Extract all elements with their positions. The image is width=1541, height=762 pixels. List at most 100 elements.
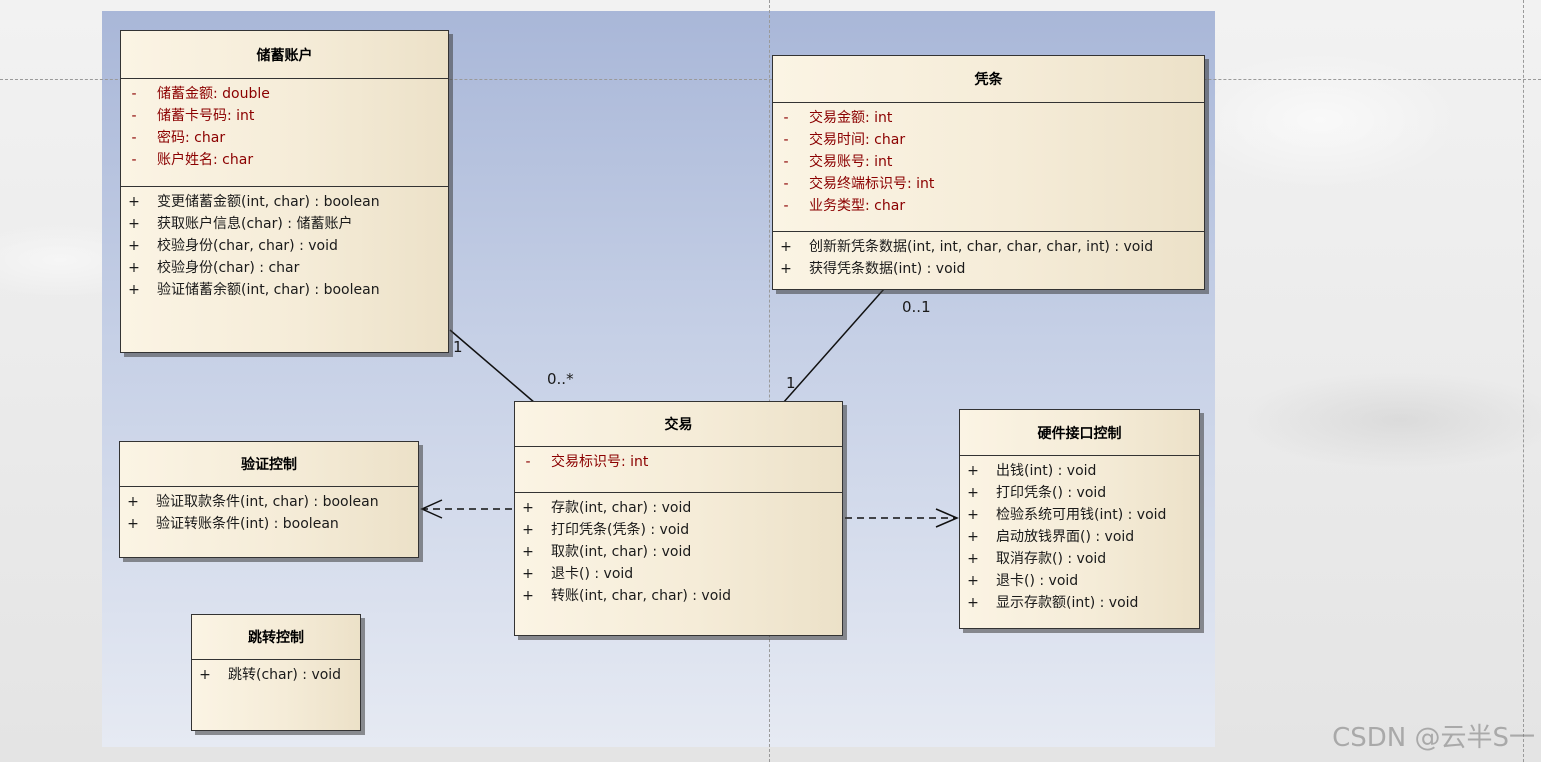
operations-section: + 验证取款条件(int, char) : boolean + 验证转账条件(int)… bbox=[120, 487, 418, 541]
attribute-text: 储蓄金额: double bbox=[157, 86, 270, 102]
watermark: CSDN @云半S一 bbox=[1332, 723, 1535, 753]
visibility-marker: + bbox=[967, 507, 979, 523]
visibility-marker: + bbox=[127, 516, 139, 532]
multiplicity-voucher-end: 0..1 bbox=[902, 298, 931, 316]
attributes-section: - 储蓄金额: double - 储蓄卡号码: int - 密码: char - 账户姓名: … bbox=[121, 79, 448, 187]
visibility-marker: + bbox=[128, 238, 140, 254]
class-hardware-interface-control[interactable]: 硬件接口控制 + 出钱(int) : void + 打印凭条() : void + 检验系… bbox=[959, 409, 1200, 629]
operation-text: 创新新凭条数据(int, int, char, char, char, int)… bbox=[809, 239, 1154, 255]
operation-row: + 检验系统可用钱(int) : void bbox=[960, 504, 1199, 526]
operation-row: + 出钱(int) : void bbox=[960, 460, 1199, 482]
operation-text: 验证储蓄余额(int, char) : boolean bbox=[157, 282, 380, 298]
visibility-marker: + bbox=[522, 500, 534, 516]
association-savings-transaction bbox=[449, 329, 536, 404]
operation-row: + 显示存款额(int) : void bbox=[960, 592, 1199, 614]
visibility-marker: + bbox=[967, 529, 979, 545]
attribute-row: - 交易账号: int bbox=[773, 151, 1204, 173]
operations-section: + 创新新凭条数据(int, int, char, char, char, int… bbox=[773, 232, 1204, 286]
operation-row: + 取款(int, char) : void bbox=[515, 541, 842, 563]
operation-text: 出钱(int) : void bbox=[996, 463, 1097, 479]
visibility-marker: - bbox=[131, 86, 137, 102]
visibility-marker: + bbox=[522, 544, 534, 560]
visibility-marker: + bbox=[967, 485, 979, 501]
visibility-marker: + bbox=[199, 667, 211, 683]
operation-text: 退卡() : void bbox=[551, 566, 634, 582]
visibility-marker: + bbox=[522, 522, 534, 538]
visibility-marker: + bbox=[127, 494, 139, 510]
operation-row: + 验证储蓄余额(int, char) : boolean bbox=[121, 279, 448, 301]
attribute-text: 交易时间: char bbox=[809, 132, 906, 148]
visibility-marker: + bbox=[967, 551, 979, 567]
operation-row: + 启动放钱界面() : void bbox=[960, 526, 1199, 548]
operation-text: 退卡() : void bbox=[996, 573, 1079, 589]
operation-text: 取消存款() : void bbox=[996, 551, 1107, 567]
operations-section: + 存款(int, char) : void + 打印凭条(凭条) : void + 取款… bbox=[515, 493, 842, 613]
operations-section: + 变更储蓄金额(int, char) : boolean + 获取账户信息(char… bbox=[121, 187, 448, 307]
attribute-row: - 账户姓名: char bbox=[121, 149, 448, 171]
operation-text: 存款(int, char) : void bbox=[551, 500, 692, 516]
attribute-text: 交易金额: int bbox=[809, 110, 893, 126]
visibility-marker: + bbox=[967, 463, 979, 479]
operation-text: 启动放钱界面() : void bbox=[996, 529, 1135, 545]
class-title: 交易 bbox=[515, 402, 842, 447]
attributes-section: - 交易标识号: int bbox=[515, 447, 842, 493]
operation-text: 打印凭条() : void bbox=[996, 485, 1107, 501]
visibility-marker: - bbox=[783, 198, 789, 214]
operation-row: + 存款(int, char) : void bbox=[515, 497, 842, 519]
visibility-marker: - bbox=[131, 108, 137, 124]
visibility-marker: - bbox=[783, 110, 789, 126]
attribute-row: - 密码: char bbox=[121, 127, 448, 149]
operation-text: 检验系统可用钱(int) : void bbox=[996, 507, 1167, 523]
class-voucher[interactable]: 凭条 - 交易金额: int - 交易时间: char - 交易账号: int - 交易终端标… bbox=[772, 55, 1205, 290]
visibility-marker: - bbox=[783, 176, 789, 192]
operation-row: + 打印凭条(凭条) : void bbox=[515, 519, 842, 541]
operation-row: + 跳转(char) : void bbox=[192, 664, 360, 686]
visibility-marker: + bbox=[128, 216, 140, 232]
class-title: 储蓄账户 bbox=[121, 31, 448, 79]
visibility-marker: - bbox=[525, 454, 531, 470]
visibility-marker: + bbox=[128, 282, 140, 298]
visibility-marker: + bbox=[967, 573, 979, 589]
attribute-row: - 交易终端标识号: int bbox=[773, 173, 1204, 195]
attribute-text: 储蓄卡号码: int bbox=[157, 108, 255, 124]
attribute-text: 业务类型: char bbox=[809, 198, 906, 214]
attribute-text: 密码: char bbox=[157, 130, 226, 146]
operation-text: 校验身份(char) : char bbox=[157, 260, 300, 276]
class-title: 验证控制 bbox=[120, 442, 418, 487]
multiplicity-transaction-voucher-end: 1 bbox=[786, 374, 796, 392]
operation-row: + 创新新凭条数据(int, int, char, char, char, int… bbox=[773, 236, 1204, 258]
operation-text: 取款(int, char) : void bbox=[551, 544, 692, 560]
operations-section: + 跳转(char) : void bbox=[192, 660, 360, 692]
operation-text: 打印凭条(凭条) : void bbox=[551, 522, 690, 538]
operation-row: + 获得凭条数据(int) : void bbox=[773, 258, 1204, 280]
operation-row: + 打印凭条() : void bbox=[960, 482, 1199, 504]
operation-row: + 验证取款条件(int, char) : boolean bbox=[120, 491, 418, 513]
operation-text: 校验身份(char, char) : void bbox=[157, 238, 338, 254]
attribute-row: - 交易标识号: int bbox=[515, 451, 842, 473]
operation-text: 获取账户信息(char) : 储蓄账户 bbox=[157, 216, 353, 232]
visibility-marker: + bbox=[967, 595, 979, 611]
visibility-marker: - bbox=[131, 152, 137, 168]
operation-row: + 变更储蓄金额(int, char) : boolean bbox=[121, 191, 448, 213]
operation-row: + 获取账户信息(char) : 储蓄账户 bbox=[121, 213, 448, 235]
operation-row: + 取消存款() : void bbox=[960, 548, 1199, 570]
attribute-row: - 储蓄金额: double bbox=[121, 83, 448, 105]
multiplicity-savings-end: 1 bbox=[453, 338, 463, 356]
class-savings-account[interactable]: 储蓄账户 - 储蓄金额: double - 储蓄卡号码: int - 密码: char - 账… bbox=[120, 30, 449, 353]
attribute-text: 交易账号: int bbox=[809, 154, 893, 170]
multiplicity-transaction-savings-end: 0..* bbox=[547, 370, 574, 388]
class-transaction[interactable]: 交易 - 交易标识号: int + 存款(int, char) : void + 打印凭… bbox=[514, 401, 843, 636]
class-verify-control[interactable]: 验证控制 + 验证取款条件(int, char) : boolean + 验证转账条件… bbox=[119, 441, 419, 558]
visibility-marker: + bbox=[780, 239, 792, 255]
operation-text: 获得凭条数据(int) : void bbox=[809, 261, 966, 277]
class-jump-control[interactable]: 跳转控制 + 跳转(char) : void bbox=[191, 614, 361, 731]
class-title: 凭条 bbox=[773, 56, 1204, 103]
operation-text: 转账(int, char, char) : void bbox=[551, 588, 732, 604]
operation-text: 变更储蓄金额(int, char) : boolean bbox=[157, 194, 380, 210]
operations-section: + 出钱(int) : void + 打印凭条() : void + 检验系统可用钱(in… bbox=[960, 456, 1199, 620]
operation-row: + 校验身份(char) : char bbox=[121, 257, 448, 279]
operation-row: + 退卡() : void bbox=[515, 563, 842, 585]
operation-row: + 转账(int, char, char) : void bbox=[515, 585, 842, 607]
attribute-text: 交易终端标识号: int bbox=[809, 176, 935, 192]
operation-row: + 退卡() : void bbox=[960, 570, 1199, 592]
